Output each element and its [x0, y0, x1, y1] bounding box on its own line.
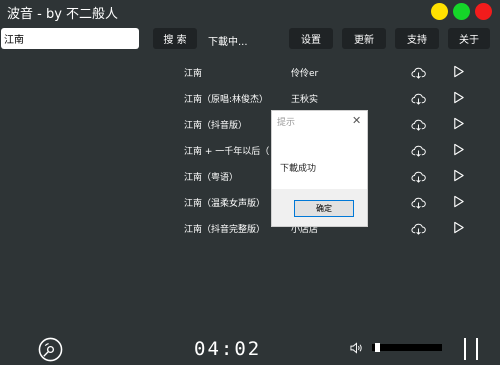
song-row[interactable]: 江南 + 一千年以后（Li [0, 138, 500, 164]
cloud-download-icon[interactable] [411, 195, 426, 210]
close-button[interactable] [475, 3, 492, 20]
play-icon[interactable] [452, 65, 465, 78]
song-singer: 王秋实 [291, 95, 319, 105]
search-input[interactable] [1, 28, 139, 49]
cloud-download-icon[interactable] [411, 221, 426, 236]
song-name: 江南（粤语） [184, 173, 239, 183]
ok-button[interactable]: 确定 [294, 200, 354, 217]
volume-slider-handle[interactable] [375, 343, 381, 352]
song-name: 江南（抖音版） [184, 121, 248, 131]
cloud-download-icon[interactable] [411, 169, 426, 184]
cloud-download-icon[interactable] [411, 65, 426, 80]
search-button[interactable]: 搜 索 [153, 28, 197, 49]
dialog-message: 下載成功 [280, 164, 317, 174]
play-icon[interactable] [452, 91, 465, 104]
song-singer: 伶伶er [291, 69, 319, 79]
playback-time: 04:02 [194, 338, 262, 360]
song-name: 江南（温柔女声版） [184, 199, 266, 209]
settings-button[interactable]: 设置 [289, 28, 333, 49]
pause-icon[interactable] [464, 338, 480, 360]
song-row[interactable]: 江南（抖音完整版） 小店店 [0, 216, 500, 242]
song-row[interactable]: 江南（抖音版） [0, 112, 500, 138]
update-button[interactable]: 更新 [342, 28, 386, 49]
title-bar: 波音 - by 不二般人 [0, 0, 500, 24]
volume-icon[interactable] [350, 342, 363, 354]
song-name: 江南（抖音完整版） [184, 225, 266, 235]
about-button[interactable]: 关于 [448, 28, 490, 49]
maximize-button[interactable] [453, 3, 470, 20]
disc-icon[interactable] [38, 337, 63, 362]
dialog-footer: 确定 [272, 189, 367, 226]
song-row[interactable]: 江南（温柔女声版） [0, 190, 500, 216]
song-row[interactable]: 江南（原唱:林俊杰） 王秋实 [0, 86, 500, 112]
song-row[interactable]: 江南（粤语） [0, 164, 500, 190]
minimize-button[interactable] [431, 3, 448, 20]
play-icon[interactable] [452, 221, 465, 234]
download-status: 下載中... [208, 37, 248, 48]
close-icon[interactable]: ✕ [352, 114, 361, 127]
song-name: 江南（原唱:林俊杰） [184, 95, 269, 105]
play-icon[interactable] [452, 169, 465, 182]
support-button[interactable]: 支持 [395, 28, 439, 49]
volume-slider[interactable] [372, 344, 442, 351]
window-title: 波音 - by 不二般人 [7, 7, 119, 22]
song-name: 江南 [184, 69, 203, 79]
play-icon[interactable] [452, 195, 465, 208]
song-name: 江南 + 一千年以后（Li [184, 147, 270, 157]
dialog-title: 提示 [277, 118, 296, 128]
cloud-download-icon[interactable] [411, 91, 426, 106]
cloud-download-icon[interactable] [411, 117, 426, 132]
message-dialog: 提示 ✕ 下載成功 确定 [271, 110, 368, 227]
play-icon[interactable] [452, 117, 465, 130]
cloud-download-icon[interactable] [411, 143, 426, 158]
play-icon[interactable] [452, 143, 465, 156]
song-row[interactable]: 江南 伶伶er [0, 60, 500, 86]
